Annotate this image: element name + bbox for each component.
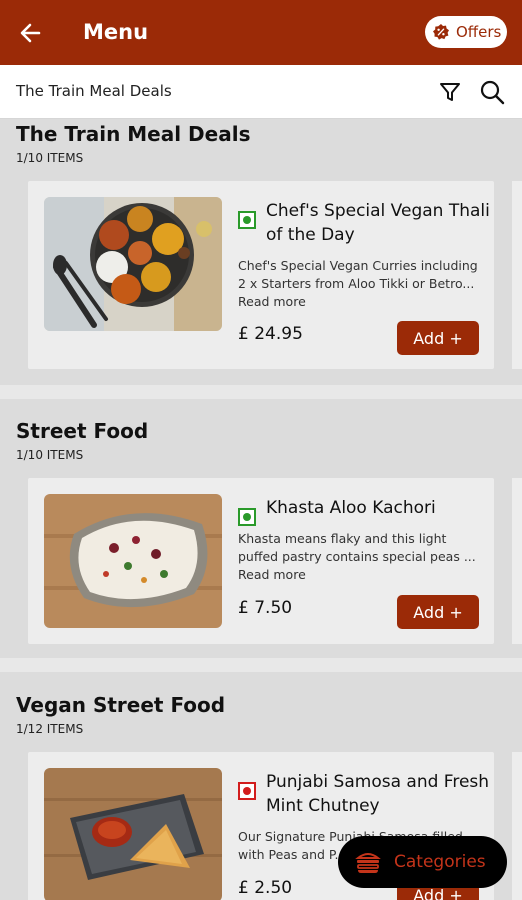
add-to-cart-button[interactable]: Add +: [397, 595, 479, 629]
section-item-count: 1/10 ITEMS: [16, 448, 84, 462]
item-price: £ 2.50: [238, 878, 293, 898]
section-title: The Train Meal Deals: [16, 122, 251, 146]
item-description-line: puffed pastry contains special peas ...: [238, 549, 476, 564]
offers-button[interactable]: Offers: [425, 16, 507, 48]
menu-item-card[interactable]: Chef's Special Vegan Thali of the Day Ch…: [28, 181, 494, 369]
read-more-link[interactable]: Read more: [238, 293, 306, 311]
item-name: Khasta Aloo Kachori: [266, 498, 436, 518]
veg-indicator-icon: [238, 508, 256, 526]
card-edge: [512, 752, 522, 900]
filter-button[interactable]: [436, 78, 464, 106]
app-bar: Menu Offers: [0, 0, 522, 65]
item-name: Punjabi Samosa and Fresh Mint Chutney: [266, 772, 490, 816]
section-divider: [0, 385, 522, 399]
item-price: £ 7.50: [238, 598, 293, 618]
item-description-line: Chef's Special Vegan Curries including: [238, 258, 478, 273]
item-price: £ 24.95: [238, 324, 303, 344]
add-to-cart-button[interactable]: Add +: [397, 321, 479, 355]
page-title: Menu: [83, 20, 149, 44]
section-title: Vegan Street Food: [16, 693, 226, 717]
back-button[interactable]: [14, 17, 46, 49]
current-category-title: The Train Meal Deals: [16, 82, 172, 100]
search-icon: [480, 80, 505, 105]
item-name: Chef's Special Vegan Thali of the Day: [266, 201, 490, 245]
read-more-link[interactable]: Read more: [238, 566, 306, 584]
menu-list[interactable]: The Train Meal Deals 1/10 ITEMS Chef's S…: [0, 119, 522, 900]
categories-button[interactable]: Categories: [338, 836, 507, 888]
search-button[interactable]: [478, 78, 506, 106]
non-veg-indicator-icon: [238, 782, 256, 800]
discount-badge-icon: [431, 22, 451, 42]
fast-food-icon: [355, 853, 381, 873]
thali-image: [44, 197, 222, 331]
section-item-count: 1/12 ITEMS: [16, 722, 84, 736]
section-divider: [0, 658, 522, 672]
section-title: Street Food: [16, 419, 149, 443]
samosa-image: [44, 768, 222, 900]
veg-indicator-icon: [238, 211, 256, 229]
item-description-line: Khasta means flaky and this light: [238, 531, 447, 546]
offers-label: Offers: [456, 23, 502, 41]
kachori-image: [44, 494, 222, 628]
card-edge: [512, 181, 522, 369]
card-edge: [512, 478, 522, 644]
arrow-left-icon: [20, 23, 41, 43]
menu-item-card[interactable]: Khasta Aloo Kachori Khasta means flaky a…: [28, 478, 494, 644]
categories-label: Categories: [394, 852, 486, 872]
item-description-line: 2 x Starters from Aloo Tikki or Betro...: [238, 276, 475, 291]
filter-icon: [440, 83, 460, 101]
section-item-count: 1/10 ITEMS: [16, 151, 84, 165]
